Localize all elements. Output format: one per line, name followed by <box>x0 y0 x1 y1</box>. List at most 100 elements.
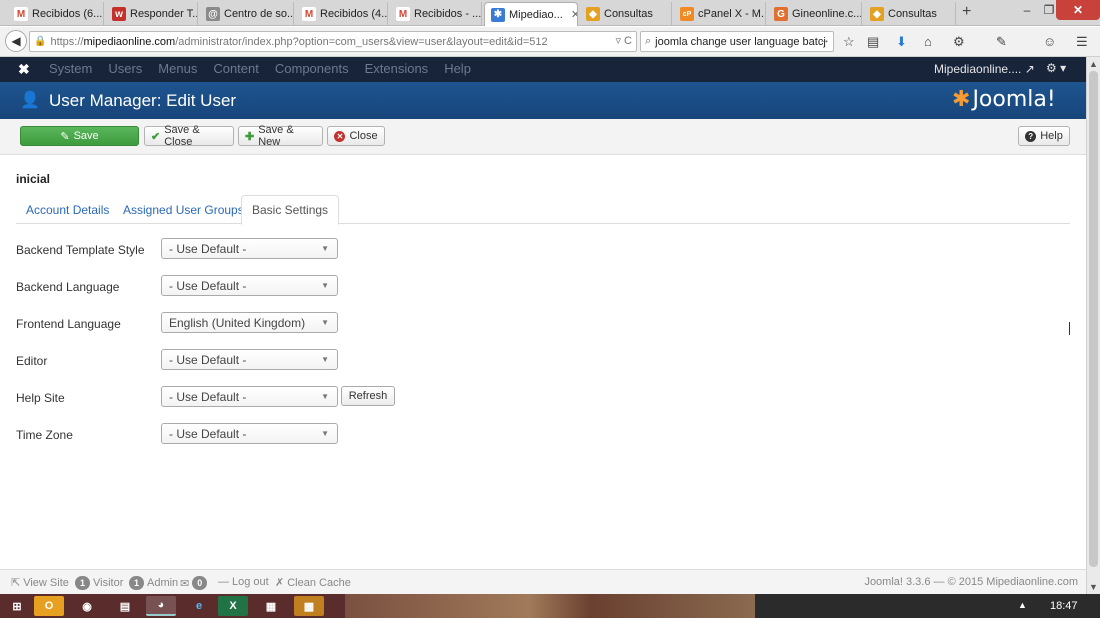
admin-menu-bar: ✖ System Users Menus Content Components … <box>0 57 1086 82</box>
start-icon[interactable]: ⊞ <box>2 596 32 616</box>
bookmark-star-icon[interactable]: ☆ <box>843 34 855 50</box>
close-button[interactable]: ✕ Close <box>327 126 385 146</box>
joomla-mark-icon: ✱ <box>952 87 971 112</box>
editor-label: Editor <box>16 354 48 368</box>
page-scrollbar[interactable]: ▲ ▼ <box>1086 57 1100 594</box>
site-link-label: Mipediaonline.... <box>934 62 1022 76</box>
firefox-taskbar-icon[interactable]: ◕ <box>146 596 176 616</box>
tab-account-details[interactable]: Account Details <box>16 195 119 224</box>
joomla-brand-logo: ✱Joomla! <box>952 87 1056 112</box>
refresh-button[interactable]: Refresh <box>341 386 395 406</box>
envelope-icon: ✉ <box>180 577 190 590</box>
browser-tab-3[interactable]: M Recibidos (4... <box>296 2 388 26</box>
search-input[interactable]: ⌕ joomla change user language batcj → <box>640 31 834 52</box>
url-bar[interactable]: 🔒 https://mipediaonline.com/administrato… <box>29 31 637 52</box>
reading-list-icon[interactable]: ▤ <box>867 34 879 50</box>
scrollbar-thumb[interactable] <box>1089 71 1098 567</box>
explorer-taskbar-icon[interactable]: ▤ <box>110 596 140 616</box>
external-link-icon: ↗ <box>1024 62 1035 76</box>
home-icon[interactable]: ⌂ <box>924 34 932 49</box>
clean-cache-label: Clean Cache <box>287 576 351 589</box>
browser-tab-1[interactable]: w Responder T... <box>106 2 198 26</box>
chrome-taskbar-icon[interactable]: ◉ <box>72 596 102 616</box>
sync-icon[interactable]: ☺ <box>1043 34 1056 49</box>
browser-tab-2[interactable]: @ Centro de so... <box>200 2 294 26</box>
gineonline-icon: G <box>774 7 788 21</box>
close-tab-icon[interactable]: ✕ <box>571 8 577 21</box>
browser-tab-9[interactable]: ◆ Consultas <box>864 2 956 26</box>
help-site-select[interactable]: - Use Default - ▼ <box>161 386 338 407</box>
tab-title: Consultas <box>888 8 937 20</box>
tab-basic-settings[interactable]: Basic Settings <box>241 195 340 225</box>
browser-tab-0[interactable]: M Recibidos (6... <box>8 2 104 26</box>
search-go-icon[interactable]: → <box>819 34 830 46</box>
save-new-button[interactable]: ✚ Save & New <box>238 124 323 148</box>
tools-icon[interactable]: ✎ <box>996 34 1007 50</box>
new-tab-icon[interactable]: + <box>962 3 971 21</box>
backend-language-select[interactable]: - Use Default - ▼ <box>161 275 338 296</box>
back-icon[interactable]: ◀ <box>5 30 27 52</box>
chevron-down-icon: ▼ <box>321 318 329 327</box>
gmail-icon: M <box>302 7 316 21</box>
ie-taskbar-icon[interactable]: e <box>184 596 214 616</box>
download-icon[interactable]: ⬇ <box>896 34 907 50</box>
outlook-taskbar-icon[interactable]: O <box>34 596 64 616</box>
menu-item-menus[interactable]: Menus <box>158 61 197 76</box>
gmail-icon: M <box>14 7 28 21</box>
browser-tab-6[interactable]: ◆ Consultas <box>580 2 672 26</box>
outlook-icon: w <box>112 7 126 21</box>
site-link[interactable]: Mipediaonline.... ↗ <box>934 62 1035 76</box>
extension-icon[interactable]: ⚙ <box>953 34 965 50</box>
edit-icon: ✎ <box>60 130 70 143</box>
menu-item-extensions[interactable]: Extensions <box>365 61 429 76</box>
logout-label: Log out <box>232 576 269 588</box>
browser-tab-8[interactable]: G Gineonline.c... <box>768 2 862 26</box>
backend-template-select[interactable]: - Use Default - ▼ <box>161 238 338 259</box>
save-button[interactable]: ✎ Save <box>20 126 139 146</box>
minimize-icon[interactable]: – <box>1016 0 1038 20</box>
editor-select[interactable]: - Use Default - ▼ <box>161 349 338 370</box>
scroll-down-icon[interactable]: ▼ <box>1089 582 1098 592</box>
app-taskbar-icon[interactable]: ▩ <box>294 596 324 616</box>
joomla-logo-icon[interactable]: ✖ <box>18 61 30 78</box>
browser-tab-7[interactable]: cP cPanel X - M... <box>674 2 766 26</box>
excel-taskbar-icon[interactable]: X <box>218 596 248 616</box>
help-label: Help <box>1040 130 1063 142</box>
browser-tab-4[interactable]: M Recibidos - ... <box>390 2 482 26</box>
menu-item-users[interactable]: Users <box>108 61 142 76</box>
close-label: Close <box>349 130 378 142</box>
admin-menu: System Users Menus Content Components Ex… <box>49 61 471 76</box>
scroll-up-icon[interactable]: ▲ <box>1089 59 1098 69</box>
logout-link[interactable]: — Log out <box>218 576 269 588</box>
messages-status[interactable]: ✉ 0 <box>180 576 208 590</box>
menu-item-system[interactable]: System <box>49 61 92 76</box>
search-value: joomla change user language batcj <box>655 35 826 48</box>
check-icon: ✔ <box>151 130 161 143</box>
frontend-language-select[interactable]: English (United Kingdom) ▼ <box>161 312 338 333</box>
gmail-icon: M <box>396 7 410 21</box>
backend-language-value: - Use Default - <box>169 278 247 293</box>
chevron-down-icon: ▼ <box>321 244 329 253</box>
url-host: mipediaonline.com <box>83 35 176 48</box>
view-site-link[interactable]: ⇱ View Site <box>11 576 69 590</box>
menu-item-content[interactable]: Content <box>213 61 259 76</box>
help-button[interactable]: ? Help <box>1018 126 1070 146</box>
reload-icon[interactable]: ▿ C <box>615 34 632 47</box>
window-close-icon[interactable]: ✕ <box>1056 0 1100 20</box>
tray-expand-icon[interactable]: ▲ <box>1018 600 1027 610</box>
browser-tab-active[interactable]: ✱ Mipediao... ✕ <box>484 2 578 26</box>
question-icon: ? <box>1025 130 1037 142</box>
menu-item-help[interactable]: Help <box>444 61 471 76</box>
notes-taskbar-icon[interactable]: ▦ <box>256 596 286 616</box>
menu-icon[interactable]: ☰ <box>1076 34 1088 50</box>
save-close-button[interactable]: ✔ Save & Close <box>144 124 234 148</box>
clean-cache-link[interactable]: ✗ Clean Cache <box>275 576 351 590</box>
tab-assigned-groups[interactable]: Assigned User Groups <box>113 195 254 224</box>
timezone-select[interactable]: - Use Default - ▼ <box>161 423 338 444</box>
url-path: /administrator/index.php?option=com_user… <box>175 35 548 48</box>
url-prefix: https:// <box>50 35 84 48</box>
tab-title: Recibidos (6... <box>32 8 103 20</box>
menu-item-components[interactable]: Components <box>275 61 349 76</box>
footer-copyright: Joomla! 3.3.6 — © 2015 Mipediaonline.com <box>864 576 1078 588</box>
gear-icon[interactable]: ⚙ ▾ <box>1046 61 1066 75</box>
